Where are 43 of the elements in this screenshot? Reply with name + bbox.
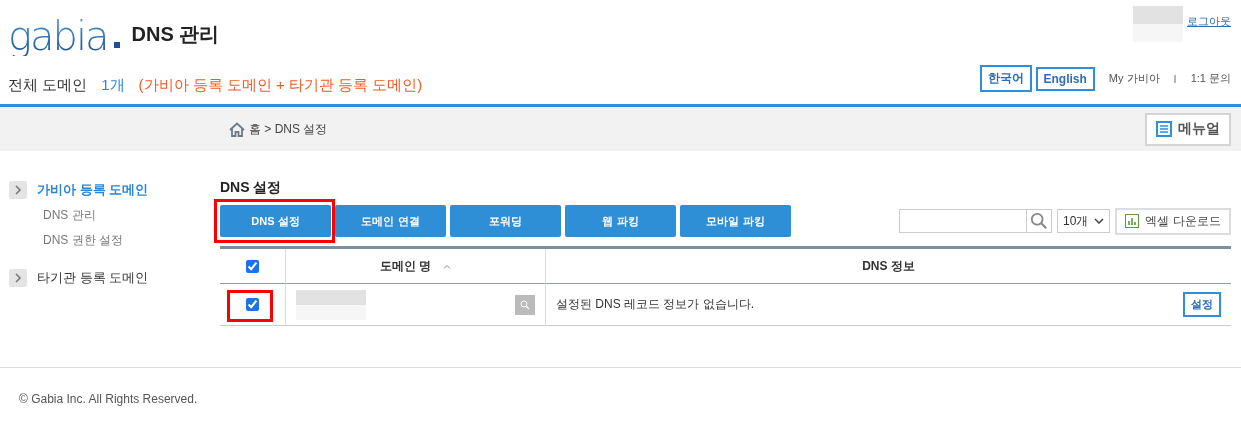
copyright: © Gabia Inc. All Rights Reserved. — [19, 392, 198, 406]
column-header[interactable]: DNS 정보 — [862, 257, 915, 275]
sidebar-item[interactable]: DNS 권한 설정 — [43, 232, 220, 249]
sidebar-group[interactable]: 타기관 등록 도메인 — [9, 269, 220, 287]
summary-label: 전체 도메인 — [8, 76, 88, 95]
domain-count: 1개 — [101, 76, 125, 95]
page-title: DNS 관리 — [131, 22, 220, 47]
summary-note: (가비아 등록 도메인 + 타기관 등록 도메인) — [138, 76, 423, 95]
manual-button[interactable]: 메뉴얼 — [1145, 112, 1231, 146]
top-link[interactable]: My 가비아 — [1108, 71, 1160, 86]
excel-download-button[interactable]: 엑셀 다운로드 — [1115, 207, 1231, 235]
search-icon — [520, 299, 530, 310]
sidebar-item[interactable]: DNS 관리 — [43, 207, 220, 224]
home-icon[interactable] — [229, 121, 245, 137]
language-button[interactable]: 한국어 — [979, 65, 1032, 92]
document-icon — [1156, 121, 1172, 137]
tab-button[interactable]: 웹 파킹 — [565, 205, 676, 237]
row-checkbox[interactable] — [246, 298, 259, 311]
search-icon — [1030, 212, 1048, 230]
top-link[interactable]: 1:1 문의 — [1190, 71, 1231, 86]
column-header[interactable]: 도메인 명 — [379, 257, 452, 275]
chevron-icon — [9, 269, 27, 287]
language-button[interactable]: English — [1035, 66, 1095, 91]
select-all-checkbox[interactable] — [246, 259, 259, 273]
breadcrumb: 홈 > DNS 설정 — [249, 120, 328, 138]
search-field[interactable] — [899, 209, 1052, 233]
bar-chart-icon — [1125, 214, 1140, 228]
blurred-username — [1133, 6, 1183, 42]
caret-icon — [1094, 218, 1104, 224]
gabia-logo[interactable]: gabia — [8, 16, 108, 56]
logout-link[interactable]: 로그아웃 — [1187, 14, 1231, 29]
tab-button[interactable]: DNS 설정 — [220, 205, 331, 237]
sidebar-group[interactable]: 가비아 등록 도메인 — [9, 181, 220, 199]
blurred-domain — [296, 289, 366, 320]
page-size-select[interactable]: 10개 — [1057, 209, 1110, 233]
dns-info-text: 설정된 DNS 레코드 정보가 없습니다. — [556, 296, 754, 313]
section-title: DNS 설정 — [220, 179, 283, 197]
tab-button[interactable]: 모바일 파킹 — [680, 205, 791, 237]
tab-button[interactable]: 포워딩 — [450, 205, 561, 237]
settings-button[interactable]: 설정 — [1183, 292, 1221, 317]
link-separator: I — [1173, 72, 1177, 85]
tab-button[interactable]: 도메인 연결 — [335, 205, 446, 237]
chevron-icon — [9, 181, 27, 199]
